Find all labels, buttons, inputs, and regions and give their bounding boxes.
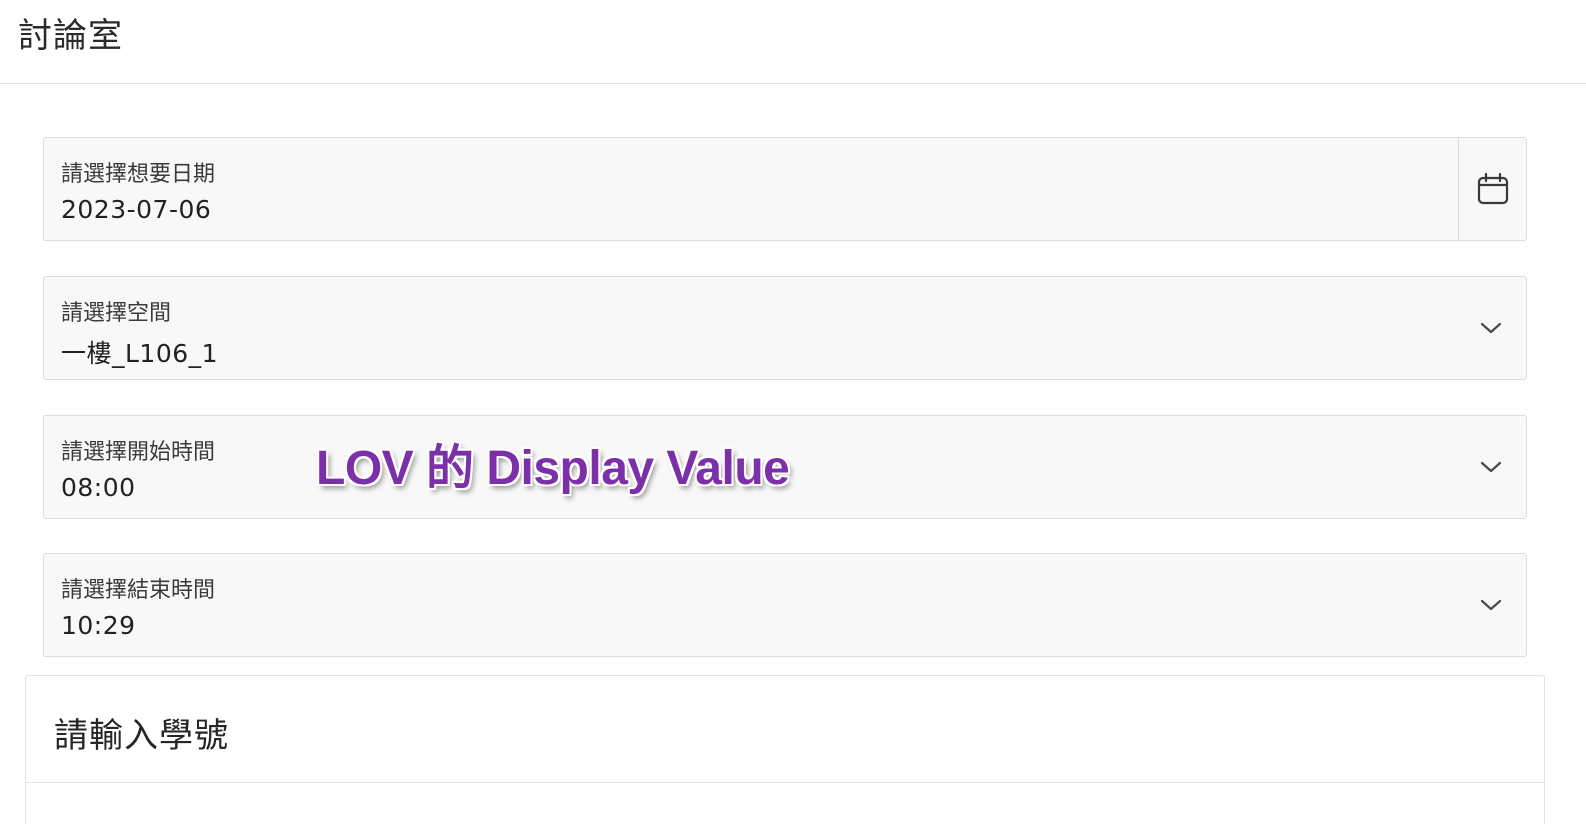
date-picker-field[interactable]: 請選擇想要日期 2023-07-06 (43, 137, 1527, 241)
space-field-label: 請選擇空間 (61, 301, 172, 326)
annotation-callout: LOV 的 Display Value (316, 442, 790, 495)
end-time-dropdown-toggle[interactable] (1478, 592, 1504, 618)
date-field-value[interactable]: 2023-07-06 (61, 195, 211, 224)
page-title: 討論室 (18, 16, 123, 56)
space-dropdown-toggle[interactable] (1478, 315, 1504, 341)
chevron-down-icon (1480, 322, 1502, 334)
chevron-down-icon (1480, 599, 1502, 611)
calendar-icon (1477, 172, 1508, 205)
end-time-field-value[interactable]: 10:29 (61, 611, 136, 640)
page: 討論室 請選擇想要日期 2023-07-06 請選擇空間 一樓_L106_1 請… (0, 0, 1586, 824)
start-time-field-value[interactable]: 08:00 (61, 473, 136, 502)
calendar-button[interactable] (1458, 138, 1526, 240)
chevron-down-icon (1480, 461, 1502, 473)
region-header: 請輸入學號 (26, 676, 1544, 783)
page-header: 討論室 (0, 0, 1586, 84)
space-field-value[interactable]: 一樓_L106_1 (61, 334, 218, 370)
student-id-region: 請輸入學號 (25, 675, 1545, 824)
space-select-field[interactable]: 請選擇空間 一樓_L106_1 (43, 276, 1527, 380)
start-time-dropdown-toggle[interactable] (1478, 454, 1504, 480)
end-time-select-field[interactable]: 請選擇結束時間 10:29 (43, 553, 1527, 657)
start-time-field-label: 請選擇開始時間 (61, 440, 216, 465)
end-time-field-label: 請選擇結束時間 (61, 578, 216, 603)
date-field-label: 請選擇想要日期 (61, 162, 216, 187)
region-title: 請輸入學號 (54, 716, 229, 756)
